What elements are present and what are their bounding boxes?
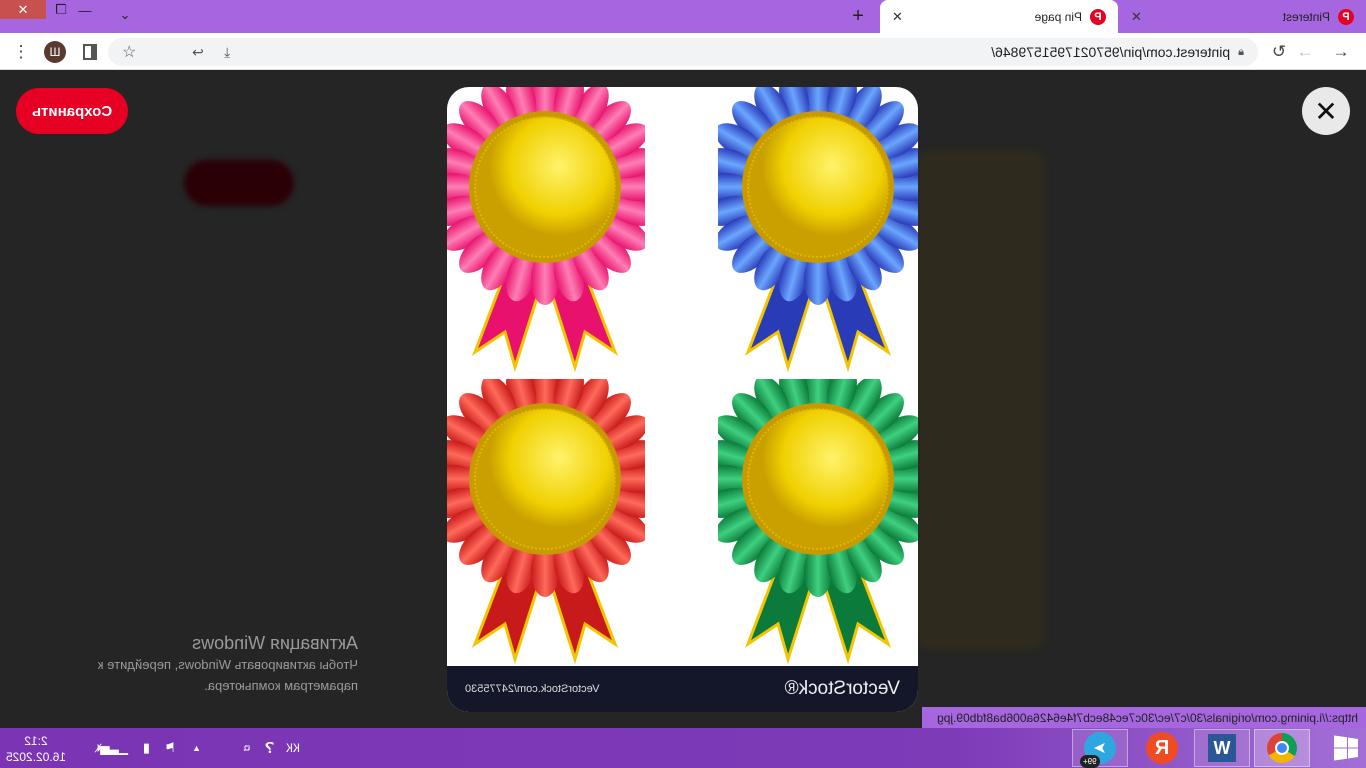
close-window-button[interactable]: ✕ [0, 0, 46, 19]
address-bar[interactable]: 🔒︎ pinterest.com/pin/9570217951579846/ ⤓… [108, 38, 1258, 66]
screen: P Pinterest ✕ P Pin page ✕ + ⌄ — ❐ ✕ ← →… [0, 0, 1366, 768]
activation-title: Активация Windows [192, 633, 358, 653]
vectorstock-logo: VectorStock® [784, 678, 900, 699]
chrome-icon [1267, 733, 1297, 763]
new-tab-button[interactable]: + [838, 5, 878, 27]
show-hidden-icons[interactable]: ▲ [192, 728, 201, 768]
activation-line2: параметрам компьютера. [204, 678, 358, 693]
back-icon[interactable]: ← [1330, 41, 1352, 63]
taskbar-word[interactable]: W [1194, 729, 1250, 767]
tray-window-icon[interactable]: ⧉ [244, 728, 250, 768]
install-icon[interactable]: ⤓ [224, 44, 230, 61]
status-url-bubble: https://i.pinimg.com/originals/30/c7/ec/… [922, 707, 1366, 728]
tab-strip: P Pinterest ✕ P Pin page ✕ + ⌄ — ❐ ✕ [0, 0, 1366, 33]
taskbar: W R ➤ 99+ КК ❓︎ ⧉ ▲ ⚑ ▮ ▁▃▅ 🔇︎ 2:12 16.0… [0, 728, 1366, 768]
toolbar: ← → ↻ 🔒︎ pinterest.com/pin/9570217951579… [0, 33, 1366, 70]
url-text: pinterest.com/pin/9570217951579846/ [991, 44, 1231, 60]
close-tab-icon[interactable]: ✕ [1131, 9, 1142, 25]
windows-logo-icon [1334, 735, 1358, 761]
forward-icon[interactable]: → [1294, 41, 1316, 63]
rosette-medal-blue [700, 87, 918, 377]
clock[interactable]: 2:12 16.02.2025 [6, 733, 66, 765]
blurred-save-button [184, 160, 294, 206]
save-button[interactable]: Сохранить [16, 88, 128, 134]
close-tab-icon[interactable]: ✕ [892, 9, 903, 25]
activation-line1: Чтобы активировать Windows, перейдите к [97, 657, 358, 672]
network-icon[interactable]: ▁▃▅ [100, 728, 128, 768]
watermark-url: VectorStock.com/24775530 [465, 683, 600, 695]
bookmark-star-icon[interactable]: ☆ [122, 42, 136, 62]
close-icon[interactable]: ✕ [1302, 87, 1350, 135]
word-icon: W [1208, 734, 1236, 762]
lock-icon: 🔒︎ [1238, 45, 1244, 58]
taskbar-chrome[interactable] [1254, 729, 1310, 767]
taskbar-r-app[interactable]: R [1134, 729, 1190, 767]
reload-icon[interactable]: ↻ [1268, 41, 1290, 63]
tab-pinterest[interactable]: P Pinterest ✕ [1119, 0, 1366, 33]
rosette-medal-red [447, 361, 663, 669]
rosette-medal-green [700, 361, 918, 669]
r-app-icon: R [1146, 732, 1178, 764]
action-center-flag-icon[interactable]: ⚑ [164, 728, 176, 768]
blurred-pin-image [916, 150, 1046, 650]
help-icon[interactable]: ❓︎ [265, 728, 274, 768]
start-button[interactable] [1326, 729, 1366, 767]
menu-icon[interactable]: ⋮ [10, 41, 32, 63]
tab-label: Pin page [1034, 9, 1082, 24]
date: 16.02.2025 [5, 750, 66, 764]
pin-image[interactable]: VectorStock® VectorStock.com/24775530 [447, 87, 918, 712]
pinterest-icon: P [1090, 8, 1106, 25]
battery-icon[interactable]: ▮ [143, 728, 150, 768]
telegram-icon: ➤ 99+ [1080, 732, 1116, 768]
tab-search-icon[interactable]: ⌄ [102, 5, 148, 25]
pinterest-icon: P [1338, 8, 1354, 25]
tab-label: Pinterest [1282, 9, 1330, 24]
time: 2:12 [24, 734, 48, 748]
pin-closeup-overlay: Сохранить ✕ VectorStock® VectorStock.com… [0, 70, 1366, 728]
windows-activation-notice: Активация Windows Чтобы активировать Win… [98, 633, 358, 696]
tab-pin-page[interactable]: P Pin page ✕ [880, 0, 1118, 33]
volume-muted-icon[interactable]: 🔇︎ [94, 728, 102, 768]
language-indicator[interactable]: КК [286, 728, 300, 768]
share-icon[interactable]: ↪ [192, 44, 204, 61]
unread-badge: 99+ [1080, 755, 1100, 768]
side-panel-icon[interactable] [83, 44, 97, 60]
rosette-medal-pink [447, 87, 663, 377]
taskbar-telegram[interactable]: ➤ 99+ [1072, 729, 1128, 768]
profile-avatar[interactable]: Ш [44, 41, 66, 63]
watermark-strip: VectorStock® VectorStock.com/24775530 [447, 666, 918, 712]
